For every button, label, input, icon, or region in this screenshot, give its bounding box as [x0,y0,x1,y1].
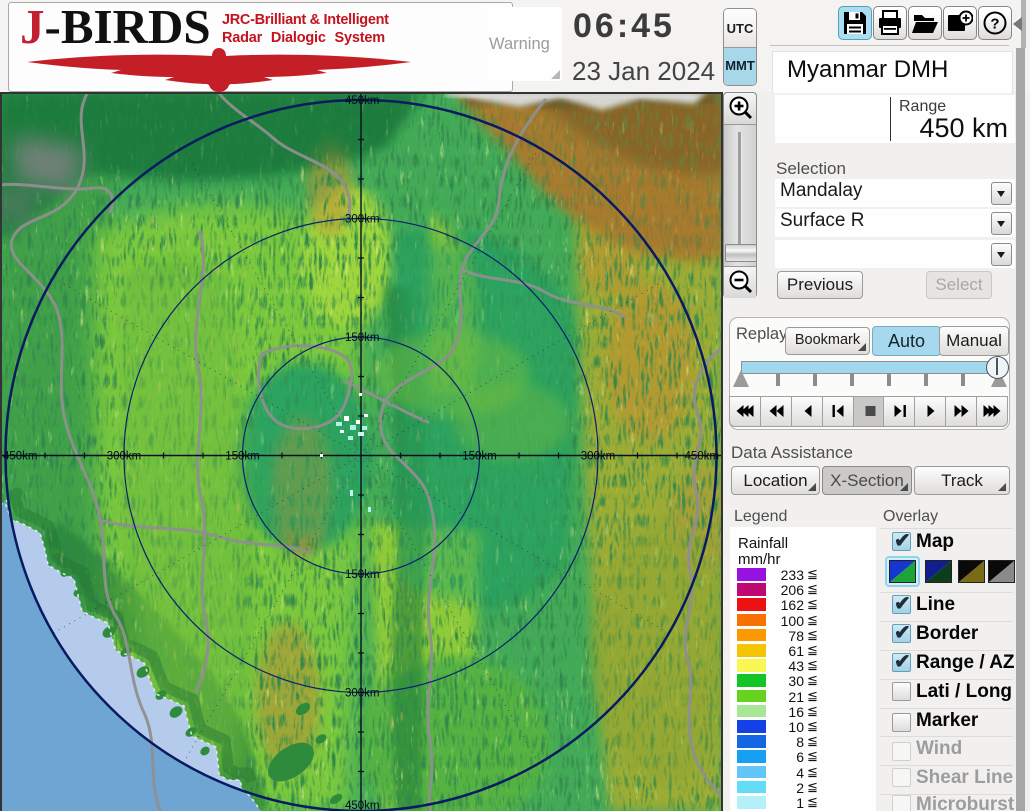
svg-text:450km: 450km [345,95,380,107]
svg-text:450km: 450km [684,451,719,463]
svg-text:150km: 150km [462,451,497,463]
svg-text:?: ? [990,16,999,33]
svg-text:450km: 450km [345,800,380,811]
svg-text:300km: 300km [581,451,616,463]
svg-text:300km: 300km [107,451,142,463]
svg-text:150km: 150km [225,451,260,463]
svg-text:300km: 300km [345,688,380,700]
svg-text:300km: 300km [345,214,380,226]
svg-text:450km: 450km [3,451,38,463]
svg-text:150km: 150km [345,569,380,581]
svg-text:150km: 150km [345,332,380,344]
